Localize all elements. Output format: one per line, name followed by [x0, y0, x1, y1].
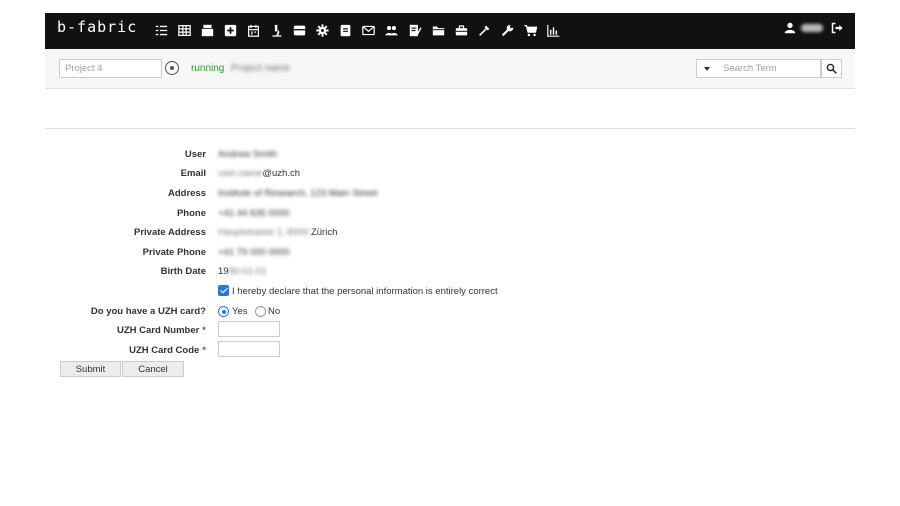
- nav-icon-bar: [152, 21, 568, 41]
- user-area: user: [784, 22, 843, 34]
- app-logo[interactable]: b-fabric: [57, 18, 137, 36]
- phone-value: +41 44 635 0000: [218, 208, 290, 219]
- project-input[interactable]: [59, 59, 162, 78]
- drawer-icon[interactable]: [291, 21, 309, 39]
- table-icon[interactable]: [175, 21, 193, 39]
- uzh-card-yes-label: Yes: [232, 306, 248, 317]
- edit-document-icon[interactable]: [406, 21, 424, 39]
- list-check-icon[interactable]: [152, 21, 170, 39]
- uzh-card-yes-radio[interactable]: [218, 306, 229, 317]
- document-icon[interactable]: [337, 21, 355, 39]
- required-mark: *: [202, 325, 206, 336]
- project-status: running: [191, 63, 225, 74]
- user-label: User: [184, 149, 206, 160]
- target-icon[interactable]: [165, 61, 179, 75]
- search-icon: [826, 63, 837, 74]
- uzh-card-question: Do you have a UZH card?: [90, 306, 206, 317]
- card-code-input[interactable]: [218, 341, 280, 357]
- pipette-icon[interactable]: [475, 21, 493, 39]
- address-value: Institute of Research, 123 Main Street: [218, 188, 378, 199]
- briefcase-icon[interactable]: [452, 21, 470, 39]
- phone-label: Phone: [176, 208, 206, 219]
- cart-icon[interactable]: [522, 21, 540, 39]
- logout-icon[interactable]: [831, 22, 843, 34]
- users-icon[interactable]: [383, 21, 401, 39]
- search-input[interactable]: [717, 59, 821, 78]
- plus-box-icon[interactable]: [221, 21, 239, 39]
- bar-chart-icon[interactable]: [545, 21, 563, 39]
- project-toolbar: running Project name: [45, 49, 855, 89]
- birth-date-label: Birth Date: [160, 266, 206, 277]
- card-number-label: UZH Card Number *: [116, 325, 206, 336]
- uzh-card-no-radio[interactable]: [255, 306, 266, 317]
- project-name[interactable]: Project name: [231, 63, 290, 74]
- wrench-icon[interactable]: [498, 21, 516, 39]
- search-button[interactable]: [821, 59, 842, 78]
- birth-date-value: 1980-01-01: [218, 266, 267, 277]
- user-name[interactable]: user: [801, 24, 823, 32]
- card-number-input[interactable]: [218, 321, 280, 337]
- envelope-icon[interactable]: [360, 21, 378, 39]
- folder-icon[interactable]: [429, 21, 447, 39]
- private-phone-label: Private Phone: [142, 247, 206, 258]
- uzh-card-no-label: No: [268, 306, 281, 317]
- section-divider: [45, 128, 855, 129]
- address-label: Address: [167, 188, 206, 199]
- required-mark: *: [202, 345, 206, 356]
- email-label: Email: [180, 168, 206, 179]
- top-navbar: b-fabric user: [45, 13, 855, 49]
- inbox-stack-icon[interactable]: [198, 21, 216, 39]
- private-address-label: Private Address: [134, 227, 206, 238]
- gear-icon[interactable]: [314, 21, 332, 39]
- private-address-value: Hauptstrasse 1, 8000 Zürich: [218, 227, 338, 238]
- user-icon[interactable]: [784, 22, 796, 34]
- submit-button[interactable]: Submit: [60, 361, 121, 377]
- cancel-button[interactable]: Cancel: [122, 361, 184, 377]
- calendar-icon[interactable]: [244, 21, 262, 39]
- private-phone-value: +41 79 000 0000: [218, 247, 290, 258]
- email-value: user.name@uzh.ch: [218, 168, 301, 179]
- declare-checkbox[interactable]: [218, 285, 229, 296]
- microscope-icon[interactable]: [267, 21, 285, 39]
- search-type-dropdown[interactable]: [696, 59, 718, 78]
- card-code-label: UZH Card Code *: [129, 345, 206, 356]
- declare-label: I hereby declare that the personal infor…: [232, 286, 498, 297]
- user-value: Andrew Smith: [218, 149, 278, 160]
